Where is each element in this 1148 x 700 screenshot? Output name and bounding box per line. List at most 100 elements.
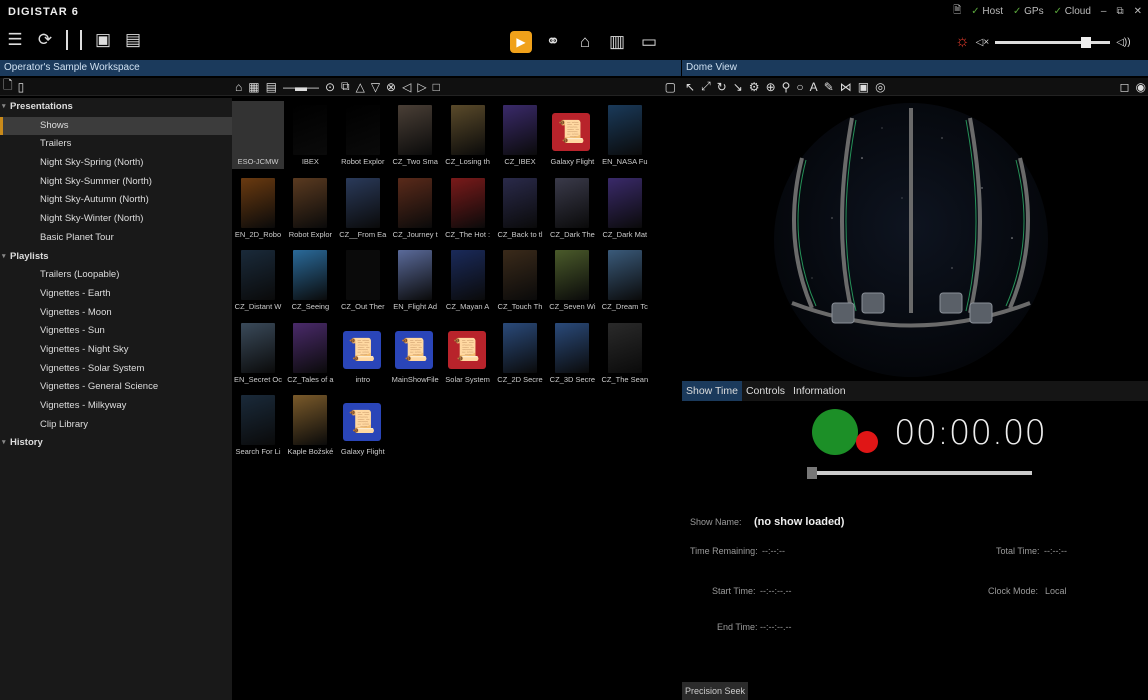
tree-item[interactable]: Basic Planet Tour <box>0 229 232 248</box>
script-editor-icon[interactable]: ▣ <box>92 29 114 51</box>
show-thumbnail[interactable]: CZ_The Sean <box>599 319 651 387</box>
show-thumbnail[interactable]: CZ_Tales of a <box>284 319 336 387</box>
tree-item[interactable]: Trailers (Loopable) <box>0 266 232 285</box>
show-thumbnail[interactable]: CZ_Distant W <box>232 246 284 314</box>
pin-icon[interactable]: ⚲ <box>782 80 791 94</box>
tree-item[interactable]: Vignettes - General Science <box>0 378 232 397</box>
cursor-icon[interactable]: ↘ <box>733 80 743 94</box>
cancel-icon[interactable]: ⊗ <box>386 80 396 94</box>
show-thumbnail[interactable]: CZ_Seven Wi <box>546 246 598 314</box>
show-thumbnail[interactable]: CZ_Seeing <box>284 246 336 314</box>
dome-view[interactable] <box>682 98 1148 381</box>
tab-controls[interactable]: Controls <box>742 381 789 401</box>
forward-icon[interactable]: ▷ <box>417 80 426 94</box>
text-icon[interactable]: A <box>810 80 818 94</box>
settings-icon[interactable]: ⚙ <box>749 80 760 94</box>
globe-icon[interactable]: ⊕ <box>766 80 776 94</box>
tree-item[interactable]: Night Sky-Winter (North) <box>0 210 232 229</box>
show-thumbnail[interactable]: CZ_2D Secre <box>494 319 546 387</box>
document-icon[interactable]: ▥ <box>606 31 628 53</box>
tree-group[interactable]: Playlists <box>0 248 232 267</box>
volume-slider[interactable] <box>995 36 1111 48</box>
show-thumbnail[interactable]: CZ_Back to tl <box>494 174 546 242</box>
expand-icon[interactable]: ⤢ <box>701 79 711 94</box>
tree-item[interactable]: Vignettes - Earth <box>0 285 232 304</box>
show-thumbnail[interactable]: CZ_The Hot : <box>442 174 494 242</box>
new-document-icon[interactable]: 🗋 <box>3 76 13 97</box>
show-thumbnail[interactable]: 📜 Galaxy Flight <box>337 391 389 459</box>
bookmark-icon[interactable]: ◻ <box>1120 80 1130 94</box>
show-thumbnail[interactable]: CZ_Dark The <box>546 174 598 242</box>
tree-item[interactable]: Vignettes - Sun <box>0 322 232 341</box>
show-thumbnail[interactable]: CZ_Touch Th <box>494 246 546 314</box>
draw-icon[interactable]: ✎ <box>824 80 834 94</box>
show-thumbnail[interactable]: CZ_Dream Tc <box>599 246 651 314</box>
show-thumbnail[interactable]: CZ_Journey t <box>389 174 441 242</box>
eye-icon[interactable]: ◉ <box>1136 80 1146 94</box>
show-thumbnail[interactable]: EN_NASA Fu <box>599 101 651 169</box>
grid-view-icon[interactable]: ▦ <box>248 80 259 94</box>
show-thumbnail[interactable]: CZ__From Ea <box>337 174 389 242</box>
pointer-icon[interactable]: ↖ <box>685 80 695 94</box>
play-mode-button[interactable]: ▶ <box>510 31 532 53</box>
tree-item[interactable]: Vignettes - Milkyway <box>0 397 232 416</box>
copy-icon[interactable]: ⧉ <box>341 79 350 94</box>
go-button[interactable] <box>812 409 858 455</box>
speaker-icon[interactable]: ◁)) <box>1116 37 1130 48</box>
show-thumbnail[interactable]: Robot Explor <box>337 101 389 169</box>
show-thumbnail[interactable]: CZ_Mayan A <box>442 246 494 314</box>
size-slider[interactable]: —▬— <box>283 80 319 94</box>
stop-icon[interactable]: □ <box>433 80 440 94</box>
show-thumbnail[interactable]: 📜 Galaxy Flight <box>546 101 598 169</box>
show-thumbnail[interactable]: CZ_3D Secre <box>546 319 598 387</box>
show-thumbnail[interactable]: CZ_Two Sma <box>389 101 441 169</box>
list-view-icon[interactable]: ▤ <box>266 80 277 94</box>
rotate-icon[interactable]: ↻ <box>717 80 727 94</box>
record-icon[interactable]: ◎ <box>875 80 885 94</box>
show-thumbnail[interactable]: 📜 MainShowFile <box>389 319 441 387</box>
show-thumbnail[interactable]: CZ_IBEX <box>494 101 546 169</box>
up-icon[interactable]: △ <box>356 80 365 94</box>
back-icon[interactable]: ◁ <box>402 80 411 94</box>
precision-seek-button[interactable]: Precision Seek <box>682 682 749 700</box>
close-button[interactable]: ✕ <box>1134 6 1142 17</box>
show-thumbnail[interactable]: EN_2D_Robo <box>232 174 284 242</box>
mute-icon[interactable]: ◁× <box>976 37 990 48</box>
restore-button[interactable]: ⧉ <box>1116 6 1123 17</box>
bookmark-icon[interactable]: ▯ <box>18 80 25 94</box>
seek-knob[interactable] <box>807 467 817 479</box>
link-icon[interactable]: ⚭ <box>542 31 564 53</box>
tree-item[interactable]: Night Sky-Spring (North) <box>0 154 232 173</box>
monitor-icon[interactable]: ▭ <box>638 31 660 53</box>
brightness-icon[interactable]: ☼ <box>955 33 970 51</box>
tree-item[interactable]: Vignettes - Solar System <box>0 360 232 379</box>
show-thumbnail[interactable]: Search For Li <box>232 391 284 459</box>
show-thumbnail[interactable]: EN_Secret Oc <box>232 319 284 387</box>
tree-item[interactable]: Vignettes - Night Sky <box>0 341 232 360</box>
minimize-button[interactable]: – <box>1101 6 1107 17</box>
show-thumbnail[interactable]: ESO-JCMW <box>232 101 284 169</box>
sync-icon[interactable]: ⟳ <box>34 29 56 51</box>
record-button[interactable] <box>856 431 878 453</box>
show-thumbnail[interactable]: 📜 Solar System <box>442 319 494 387</box>
circle-icon[interactable]: ○ <box>796 80 803 94</box>
document-icon[interactable]: 🗎 <box>953 3 961 20</box>
show-thumbnail[interactable]: 📜 intro <box>337 319 389 387</box>
tree-item[interactable]: Trailers <box>0 135 232 154</box>
tree-item[interactable]: Vignettes - Moon <box>0 304 232 323</box>
down-icon[interactable]: ▽ <box>371 80 380 94</box>
tree-item[interactable]: Shows <box>0 116 232 136</box>
show-thumbnail[interactable]: EN_Flight Ad <box>389 246 441 314</box>
zoom-icon[interactable]: ⊙ <box>325 80 335 94</box>
tree-group[interactable]: History <box>0 434 232 453</box>
tab-show-time[interactable]: Show Time <box>682 381 742 401</box>
seek-bar[interactable] <box>807 467 1032 479</box>
show-thumbnail[interactable]: CZ_Dark Mat <box>599 174 651 242</box>
tree-item[interactable]: Clip Library <box>0 416 232 435</box>
tree-group[interactable]: Presentations <box>0 98 232 117</box>
tab-information[interactable]: Information <box>789 381 850 401</box>
image-icon[interactable]: ▤ <box>122 29 144 51</box>
building-icon[interactable]: ⌂ <box>574 31 596 53</box>
show-thumbnail[interactable]: IBEX <box>284 101 336 169</box>
tree-item[interactable]: Night Sky-Autumn (North) <box>0 191 232 210</box>
